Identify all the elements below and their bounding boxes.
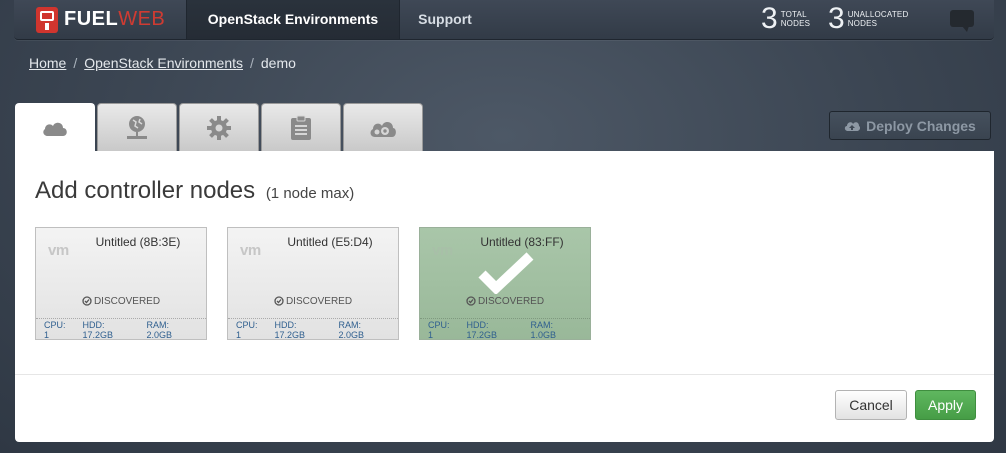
unallocated-nodes-stat[interactable]: 3 UNALLOCATED NODES xyxy=(828,2,908,36)
gear-icon xyxy=(207,115,231,140)
deploy-changes-button[interactable]: Deploy Changes xyxy=(829,111,991,140)
top-navbar: FUELWEB OpenStack Environments Support 3… xyxy=(14,0,994,40)
node-status: DISCOVERED xyxy=(36,296,206,307)
fuel-pump-icon xyxy=(36,6,58,33)
node-card-selected[interactable]: vm Untitled (83:FF) DISCOVERED CPU: 1 HD… xyxy=(419,227,591,340)
node-ram: RAM: 2.0GB xyxy=(338,319,364,340)
clipboard-icon xyxy=(291,115,311,140)
node-cpu: CPU: 1 xyxy=(236,319,258,340)
node-card[interactable]: vm Untitled (E5:D4) DISCOVERED CPU: 1 HD… xyxy=(227,227,399,340)
node-cpu: CPU: 1 xyxy=(428,319,450,340)
tab-logs[interactable] xyxy=(261,103,341,151)
check-circle-icon xyxy=(466,296,476,306)
node-name: Untitled (E5:D4) xyxy=(287,235,373,249)
cloud-gear-icon xyxy=(370,121,396,137)
node-hdd: HDD: 17.2GB xyxy=(82,319,113,340)
fuelweb-logo[interactable]: FUELWEB xyxy=(36,5,165,34)
panel-divider xyxy=(15,374,994,375)
deploy-changes-label: Deploy Changes xyxy=(866,117,976,134)
total-nodes-stat[interactable]: 3 TOTAL NODES xyxy=(761,2,810,36)
nav-support[interactable]: Support xyxy=(399,0,491,39)
node-ram: RAM: 2.0GB xyxy=(146,319,172,340)
breadcrumb: Home / OpenStack Environments / demo xyxy=(29,55,296,71)
node-specs: CPU: 1 HDD: 17.2GB RAM: 1.0GB xyxy=(420,318,590,340)
nav-openstack-environments[interactable]: OpenStack Environments xyxy=(186,0,400,39)
cloud-icon xyxy=(43,122,67,136)
node-specs: CPU: 1 HDD: 17.2GB RAM: 2.0GB xyxy=(228,318,398,340)
breadcrumb-home-link[interactable]: Home xyxy=(29,55,66,71)
panel-subtitle: (1 node max) xyxy=(265,185,355,202)
tab-actions[interactable] xyxy=(343,103,423,151)
notifications-chat-icon[interactable] xyxy=(950,10,974,32)
network-icon xyxy=(127,115,147,139)
add-nodes-panel: Add controller nodes (1 node max) vm Unt… xyxy=(15,151,994,442)
selected-checkmark-icon xyxy=(478,252,534,294)
tab-nodes[interactable] xyxy=(15,103,95,152)
panel-title: Add controller nodes (1 node max) xyxy=(35,177,355,204)
node-name: Untitled (83:FF) xyxy=(480,235,564,249)
node-card[interactable]: vm Untitled (8B:3E) DISCOVERED CPU: 1 HD… xyxy=(35,227,207,340)
node-ram: RAM: 1.0GB xyxy=(530,319,556,340)
unallocated-nodes-count: 3 xyxy=(828,2,845,35)
apply-button[interactable]: Apply xyxy=(915,390,976,420)
node-name: Untitled (8B:3E) xyxy=(95,235,181,249)
unallocated-nodes-label: UNALLOCATED NODES xyxy=(847,10,909,28)
breadcrumb-current: demo xyxy=(260,55,296,71)
breadcrumb-environments-link[interactable]: OpenStack Environments xyxy=(84,55,243,71)
brand-name: FUELWEB xyxy=(64,8,166,30)
node-hdd: HDD: 17.2GB xyxy=(466,319,497,340)
total-nodes-count: 3 xyxy=(761,2,778,35)
cancel-button[interactable]: Cancel xyxy=(835,390,907,420)
total-nodes-label: TOTAL NODES xyxy=(780,10,811,28)
check-circle-icon xyxy=(274,296,284,306)
tab-settings[interactable] xyxy=(179,103,259,151)
node-status: DISCOVERED xyxy=(420,296,590,307)
cloud-upload-icon xyxy=(845,121,861,131)
check-circle-icon xyxy=(82,296,92,306)
node-hdd: HDD: 17.2GB xyxy=(274,319,305,340)
node-cpu: CPU: 1 xyxy=(44,319,66,340)
node-status: DISCOVERED xyxy=(228,296,398,307)
node-specs: CPU: 1 HDD: 17.2GB RAM: 2.0GB xyxy=(36,318,206,340)
tab-network[interactable] xyxy=(97,103,177,151)
